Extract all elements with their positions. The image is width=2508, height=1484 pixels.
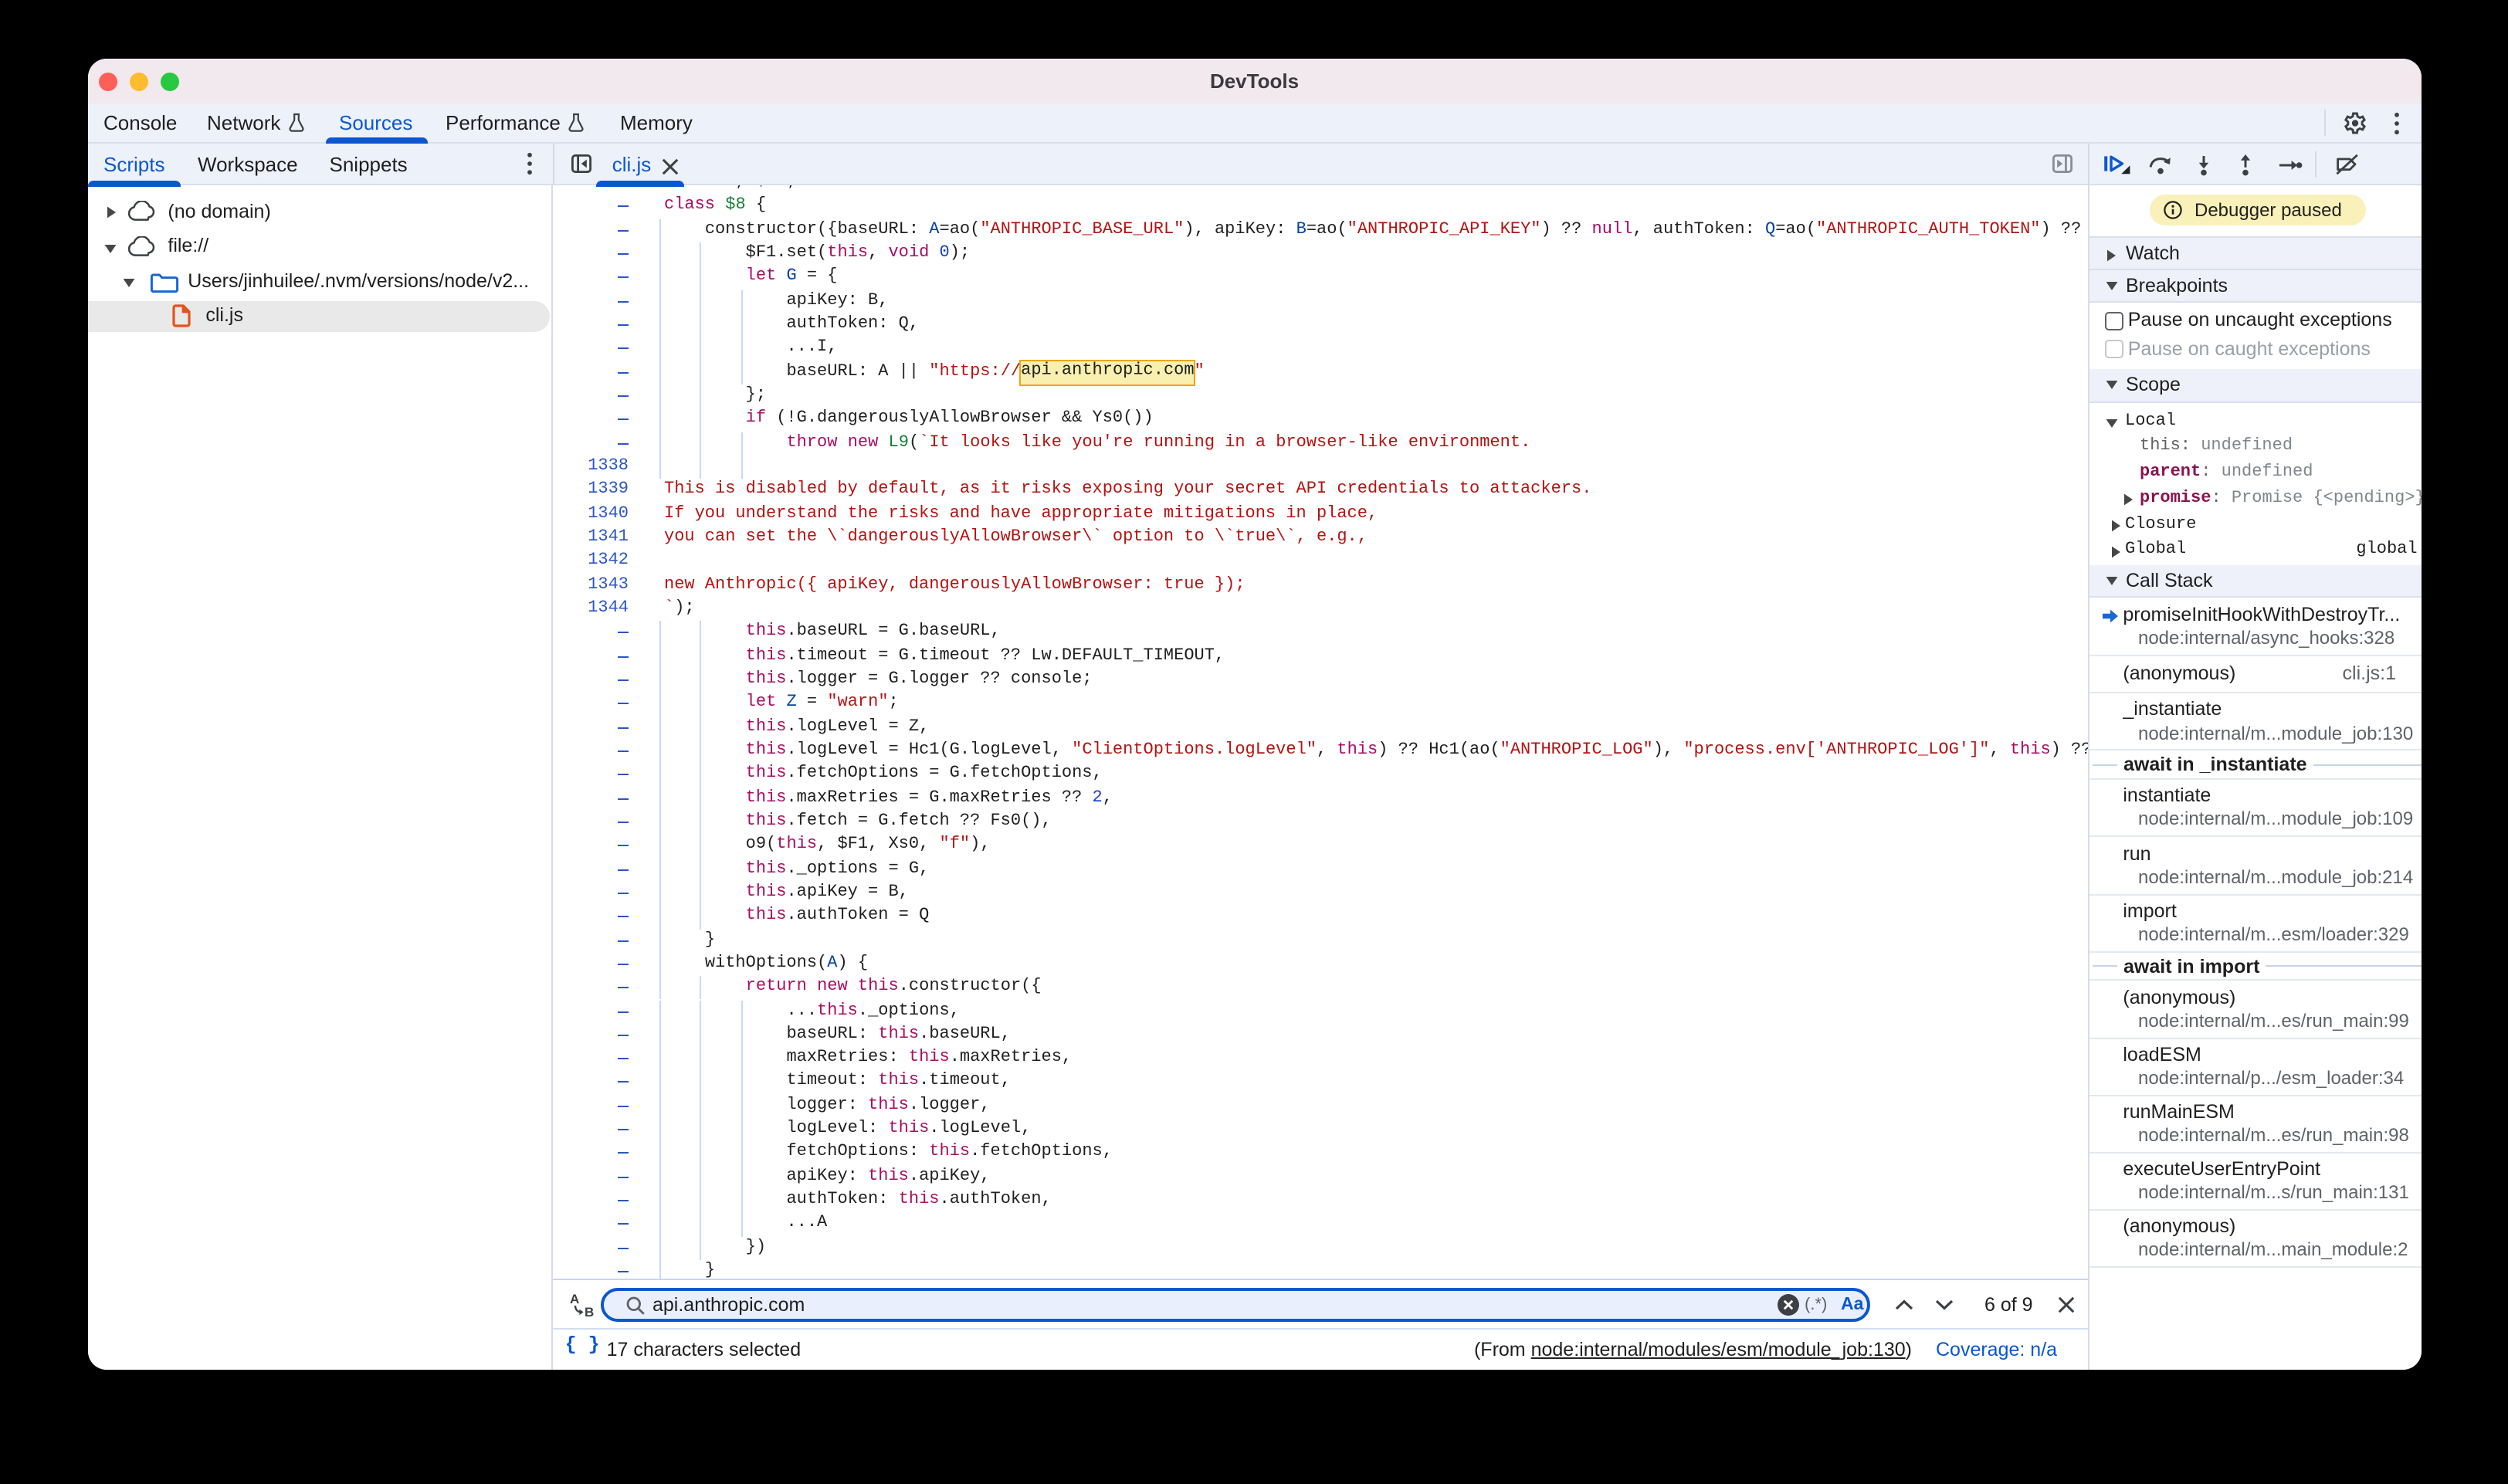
svg-text:B: B	[584, 1304, 593, 1316]
svg-text:A: A	[569, 1292, 578, 1306]
